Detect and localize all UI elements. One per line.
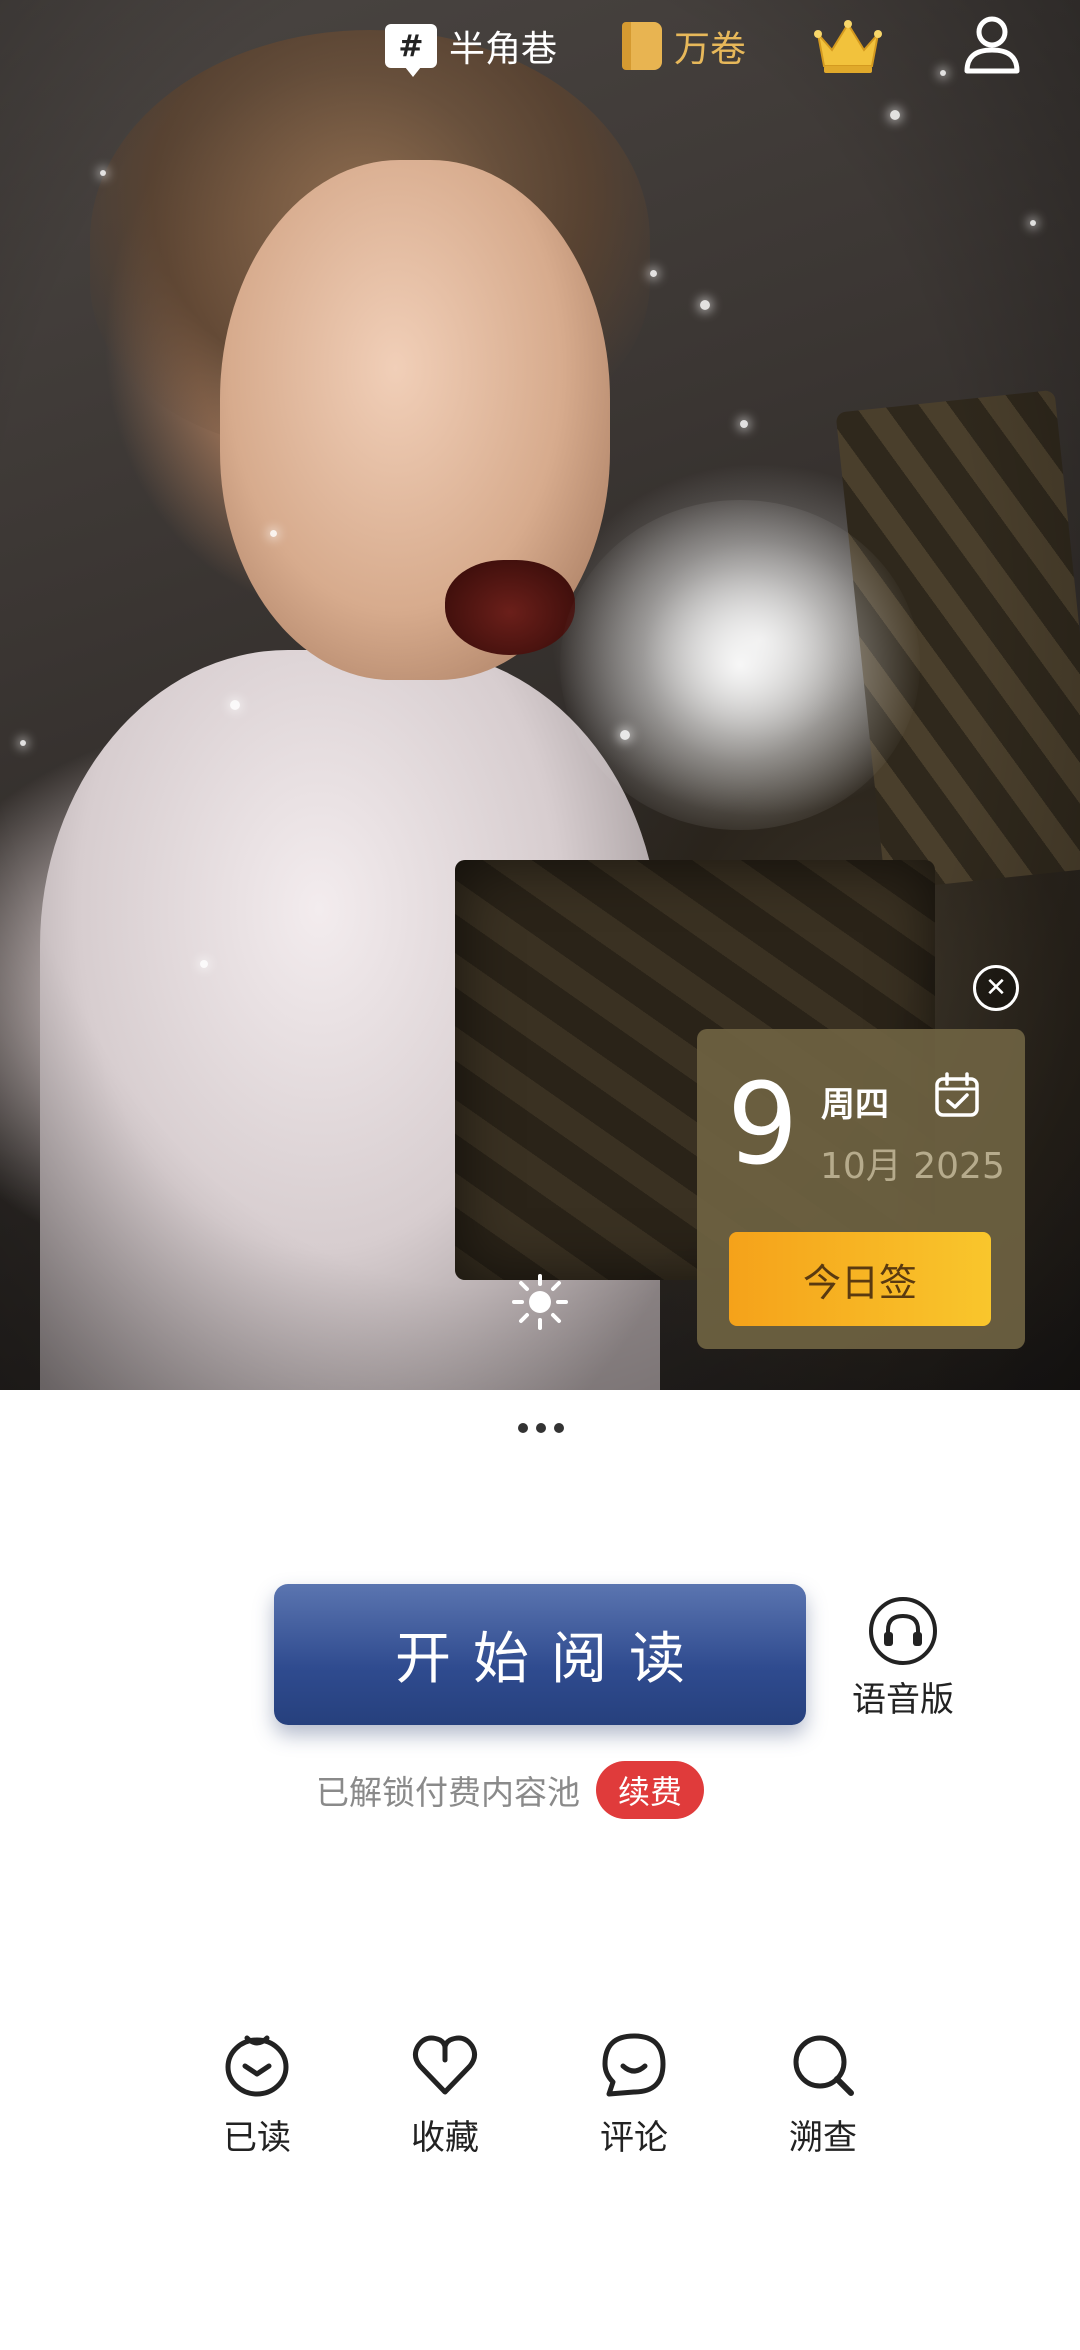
action-comment-label: 评论: [600, 2118, 668, 2158]
sparkle: [20, 740, 26, 746]
sparkle: [230, 700, 240, 710]
close-icon: ✕: [985, 973, 1007, 1003]
comment-icon: [602, 2033, 666, 2097]
action-favorite[interactable]: 收藏: [385, 2030, 505, 2159]
book-icon: [622, 22, 662, 70]
checkin-button[interactable]: 今日签: [729, 1232, 991, 1326]
date-day: 9: [727, 1060, 799, 1190]
wanjuan-button[interactable]: 万卷: [622, 16, 746, 76]
action-bar: 已读 收藏 评论 溯查: [0, 2030, 1080, 2170]
action-read-label: 已读: [223, 2118, 291, 2158]
hashtag-icon: #: [385, 24, 437, 77]
heart-icon: [412, 2035, 478, 2095]
unlock-text: 已解锁付费内容池: [316, 1773, 580, 1812]
audio-version-label: 语音版: [852, 1680, 954, 1720]
search-icon: [793, 2035, 854, 2096]
action-read[interactable]: 已读: [197, 2030, 317, 2159]
read-icon: [225, 2035, 289, 2097]
start-reading-button[interactable]: 开始阅读: [274, 1584, 806, 1725]
brightness-icon[interactable]: [510, 1272, 570, 1332]
sparkle: [650, 270, 657, 277]
close-date-card-button[interactable]: ✕: [973, 965, 1019, 1011]
sparkle: [1030, 220, 1036, 226]
date-weekday: 周四: [821, 1085, 889, 1125]
sparkle: [200, 960, 208, 968]
date-card: 9 周四 10月 2025 今日签: [697, 1029, 1025, 1349]
wanjuan-label: 万卷: [674, 29, 747, 70]
top-bar: # 半角巷 万卷: [0, 0, 1080, 90]
sparkle: [740, 420, 748, 428]
renew-button[interactable]: 续费: [596, 1761, 705, 1819]
user-icon[interactable]: [962, 14, 1022, 76]
sparkle: [890, 110, 900, 120]
date-month-year: 10月 2025: [820, 1146, 1005, 1187]
more-options-icon[interactable]: [518, 1418, 564, 1438]
sparkle: [270, 530, 277, 537]
unlock-status: 已解锁付费内容池 续费: [316, 1760, 705, 1820]
tag-label: 半角巷: [449, 29, 558, 70]
sparkle: [700, 300, 710, 310]
action-favorite-label: 收藏: [411, 2118, 479, 2158]
calendar-check-icon[interactable]: [933, 1071, 981, 1119]
sparkle: [620, 730, 630, 740]
tag-button[interactable]: # 半角巷: [385, 16, 558, 77]
action-comment[interactable]: 评论: [574, 2030, 694, 2159]
crown-icon[interactable]: [812, 16, 884, 76]
audio-version-button[interactable]: 语音版: [848, 1596, 958, 1721]
headphones-icon: [869, 1597, 937, 1665]
action-trace-label: 溯查: [789, 2118, 857, 2158]
action-trace[interactable]: 溯查: [763, 2030, 883, 2159]
sparkle: [100, 170, 106, 176]
